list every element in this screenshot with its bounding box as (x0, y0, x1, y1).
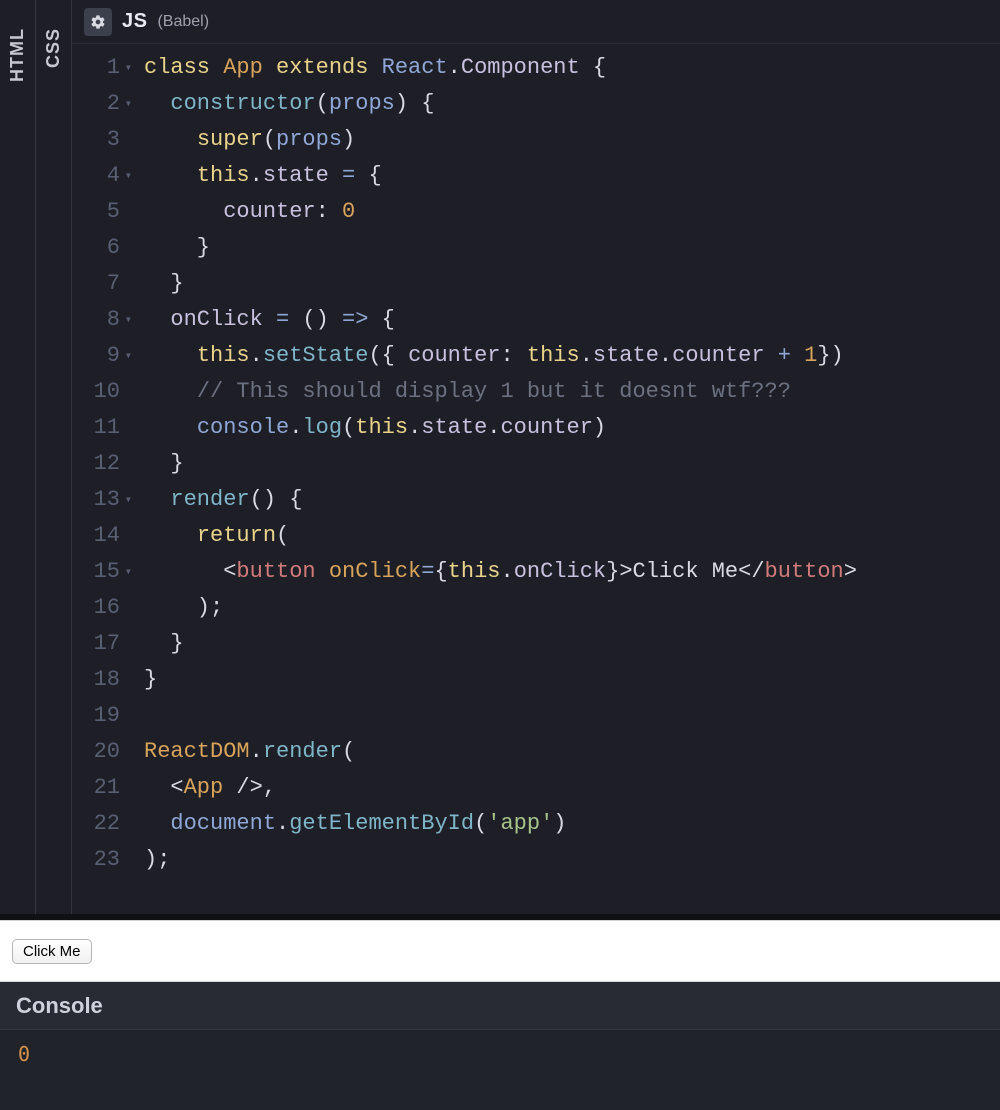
code-line[interactable]: console.log(this.state.counter) (144, 410, 988, 446)
line-number: 18 (72, 662, 120, 698)
tab-html[interactable]: HTML (0, 0, 36, 914)
code-line[interactable]: onClick = () => { (144, 302, 988, 338)
code-line[interactable]: class App extends React.Component { (144, 50, 988, 86)
line-number: 23 (72, 842, 120, 878)
code-line[interactable]: } (144, 266, 988, 302)
tab-css-label: CSS (43, 28, 64, 68)
code-line[interactable] (144, 698, 988, 734)
line-number: 13 (72, 482, 120, 518)
code-line[interactable]: // This should display 1 but it doesnt w… (144, 374, 988, 410)
code-line[interactable]: constructor(props) { (144, 86, 988, 122)
tab-css[interactable]: CSS (36, 0, 72, 914)
code-line[interactable]: } (144, 662, 988, 698)
line-number: 14 (72, 518, 120, 554)
code-line[interactable]: } (144, 230, 988, 266)
code-line[interactable]: this.setState({ counter: this.state.coun… (144, 338, 988, 374)
code-line[interactable]: render() { (144, 482, 988, 518)
code-editor[interactable]: 1234567891011121314151617181920212223 cl… (72, 44, 1000, 914)
line-number: 19 (72, 698, 120, 734)
line-number: 12 (72, 446, 120, 482)
click-me-button[interactable]: Click Me (12, 939, 92, 964)
code-line[interactable]: return( (144, 518, 988, 554)
line-number: 2 (72, 86, 120, 122)
code-line[interactable]: this.state = { (144, 158, 988, 194)
line-number: 10 (72, 374, 120, 410)
console-title: Console (0, 982, 1000, 1030)
line-number: 22 (72, 806, 120, 842)
preview-pane: Click Me (0, 920, 1000, 982)
js-pane-subtitle: (Babel) (157, 13, 209, 31)
settings-button[interactable] (84, 8, 112, 36)
code-line[interactable]: } (144, 446, 988, 482)
line-number: 16 (72, 590, 120, 626)
code-content[interactable]: class App extends React.Component { cons… (128, 44, 1000, 914)
line-number: 4 (72, 158, 120, 194)
js-editor-pane: JS (Babel) 12345678910111213141516171819… (72, 0, 1000, 914)
console-output: 0 (0, 1030, 1000, 1110)
code-line[interactable]: ); (144, 842, 988, 878)
line-number: 8 (72, 302, 120, 338)
line-number: 21 (72, 770, 120, 806)
console-pane: Console 0 (0, 982, 1000, 1110)
editors-row: HTML CSS JS (Babel) 12345678910111213141… (0, 0, 1000, 920)
js-pane-title: JS (122, 10, 147, 33)
line-number: 17 (72, 626, 120, 662)
gear-icon (90, 14, 106, 30)
code-line[interactable]: ReactDOM.render( (144, 734, 988, 770)
line-number: 6 (72, 230, 120, 266)
code-line[interactable]: <App />, (144, 770, 988, 806)
js-pane-header: JS (Babel) (72, 0, 1000, 44)
line-number: 7 (72, 266, 120, 302)
line-number: 5 (72, 194, 120, 230)
line-number: 9 (72, 338, 120, 374)
code-line[interactable]: document.getElementById('app') (144, 806, 988, 842)
code-line[interactable]: super(props) (144, 122, 988, 158)
line-number: 20 (72, 734, 120, 770)
tab-html-label: HTML (7, 28, 28, 82)
line-number-gutter: 1234567891011121314151617181920212223 (72, 44, 128, 914)
line-number: 11 (72, 410, 120, 446)
line-number: 1 (72, 50, 120, 86)
code-line[interactable]: } (144, 626, 988, 662)
code-line[interactable]: counter: 0 (144, 194, 988, 230)
code-line[interactable]: ); (144, 590, 988, 626)
line-number: 3 (72, 122, 120, 158)
line-number: 15 (72, 554, 120, 590)
code-line[interactable]: <button onClick={this.onClick}>Click Me<… (144, 554, 988, 590)
